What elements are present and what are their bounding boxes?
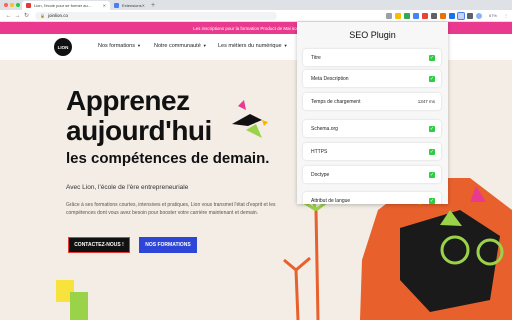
row-label: Schema.org	[311, 125, 338, 132]
popup-title: SEO Plugin	[349, 30, 396, 40]
browser-tab-bar: Lion, l'école pour se former au... ✕ Ext…	[0, 0, 512, 10]
nav-label: Notre communauté	[154, 43, 201, 49]
nav-item-formations[interactable]: Nos formations ▼	[98, 43, 141, 49]
hero-subtitle: les compétences de demain.	[66, 150, 270, 167]
check-icon: ✓	[429, 197, 435, 204]
seo-row-schema-org[interactable]: Schema.org ✓	[303, 120, 441, 137]
extensions-favicon-icon	[114, 3, 119, 8]
bookmark-star-icon[interactable]	[394, 12, 401, 19]
extension-green-icon[interactable]	[403, 12, 410, 19]
minimize-window-icon[interactable]	[10, 3, 14, 7]
forward-icon[interactable]: →	[13, 13, 22, 19]
sign-illustration	[56, 280, 88, 320]
browser-toolbar: ← → ↻ 🔒 joinlion.co 67% ⋮	[0, 10, 512, 22]
check-icon: ✓	[429, 148, 435, 155]
row-label: HTTPS	[311, 148, 328, 155]
back-icon[interactable]: ←	[4, 13, 13, 19]
close-tab-icon[interactable]: ✕	[142, 3, 145, 8]
share-icon[interactable]	[385, 12, 392, 19]
formations-button[interactable]: NOS FORMATIONS	[139, 237, 197, 253]
check-icon: ✓	[429, 125, 435, 132]
extension-dark-blue-icon[interactable]	[448, 12, 455, 19]
extension-orange-icon[interactable]	[439, 12, 446, 19]
hero-title-line1: Apprenez	[66, 85, 190, 116]
hero-title-line2: aujourd'hui	[66, 115, 212, 146]
chevron-down-icon: ▼	[283, 43, 288, 48]
row-label: Attribut de langue	[311, 197, 351, 204]
contact-button[interactable]: CONTACTEZ-NOUS !	[68, 237, 130, 253]
lion-logo[interactable]: LION	[54, 38, 72, 56]
seo-row-temps-chargement[interactable]: Temps de chargement 1347 ms	[303, 93, 441, 110]
avatar[interactable]	[475, 12, 482, 19]
palm-illustration	[283, 191, 333, 320]
hero-description: Grâce à ses formations courtes, intensiv…	[66, 202, 276, 216]
extension-blue-icon[interactable]	[412, 12, 419, 19]
extension-red-icon[interactable]	[421, 12, 428, 19]
row-value: 1347 ms	[417, 99, 435, 104]
zoom-level[interactable]: 67%	[489, 13, 497, 18]
tab-title: Extensions	[122, 3, 142, 8]
maximize-window-icon[interactable]	[16, 3, 20, 7]
nav-label: Les métiers du numérique	[218, 43, 282, 49]
tab-title: Lion, l'école pour se former au...	[34, 3, 92, 8]
nav-label: Nos formations	[98, 43, 135, 49]
close-tab-icon[interactable]: ✕	[103, 3, 106, 8]
row-label: Doctype	[311, 171, 330, 178]
url-text: joinlion.co	[47, 13, 68, 18]
lion-favicon-icon	[26, 3, 31, 8]
seo-row-attribut-langue[interactable]: Attribut de langue ✓	[303, 192, 441, 204]
check-icon: ✓	[429, 171, 435, 178]
extension-grey-icon[interactable]	[430, 12, 437, 19]
row-label: Titre	[311, 54, 321, 61]
new-tab-icon[interactable]: +	[151, 2, 155, 9]
row-label: Meta Description	[311, 75, 349, 82]
nav-item-metiers[interactable]: Les métiers du numérique ▼	[218, 43, 288, 49]
row-label: Temps de chargement	[311, 98, 361, 105]
check-icon: ✓	[429, 54, 435, 61]
seo-plugin-popup: SEO Plugin Titre ✓ Meta Description ✓ Te…	[297, 22, 448, 204]
seo-row-meta-description[interactable]: Meta Description ✓	[303, 70, 441, 87]
nav-item-communaute[interactable]: Notre communauté ▼	[154, 43, 207, 49]
browser-tab-lion[interactable]: Lion, l'école pour se former au... ✕	[22, 1, 110, 10]
close-window-icon[interactable]	[4, 3, 8, 7]
seo-row-https[interactable]: HTTPS ✓	[303, 143, 441, 160]
seo-row-titre[interactable]: Titre ✓	[303, 49, 441, 66]
menu-icon[interactable]: ⋮	[504, 13, 508, 18]
chevron-down-icon: ▼	[202, 43, 207, 48]
lock-icon: 🔒	[40, 13, 45, 18]
puzzle-icon[interactable]	[466, 12, 473, 19]
hero-lead: Avec Lion, l'école de l'ère entrepreneur…	[66, 184, 189, 191]
extensions-area: 67% ⋮	[385, 11, 508, 20]
chevron-down-icon: ▼	[137, 43, 141, 48]
seo-row-doctype[interactable]: Doctype ✓	[303, 166, 441, 183]
bird-illustration	[232, 100, 268, 138]
hero-title: Apprenez aujourd'hui	[66, 86, 212, 146]
browser-tab-extensions[interactable]: Extensions ✕	[110, 1, 149, 10]
reload-icon[interactable]: ↻	[22, 12, 31, 19]
check-icon: ✓	[429, 75, 435, 82]
seo-plugin-icon[interactable]	[456, 11, 465, 20]
address-bar[interactable]: 🔒 joinlion.co	[35, 11, 277, 20]
